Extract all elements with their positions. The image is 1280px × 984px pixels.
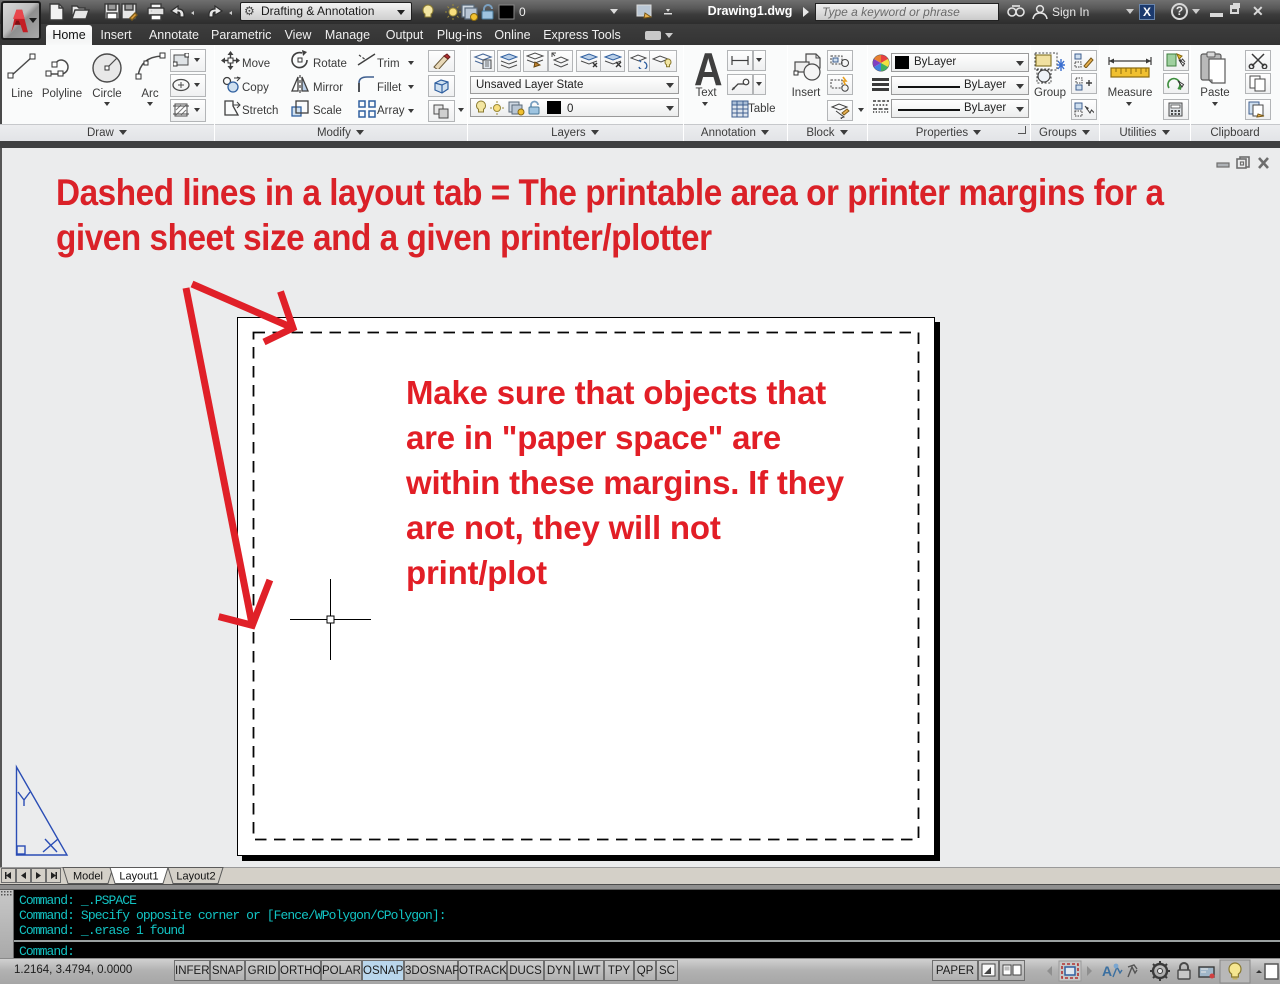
svg-text:0: 0 — [519, 5, 526, 19]
svg-text:Layout2: Layout2 — [176, 871, 215, 883]
svg-text:A: A — [1102, 963, 1112, 979]
svg-text:0: 0 — [567, 103, 573, 115]
svg-text:Model: Model — [73, 871, 103, 883]
svg-text:Layout1: Layout1 — [119, 871, 158, 883]
